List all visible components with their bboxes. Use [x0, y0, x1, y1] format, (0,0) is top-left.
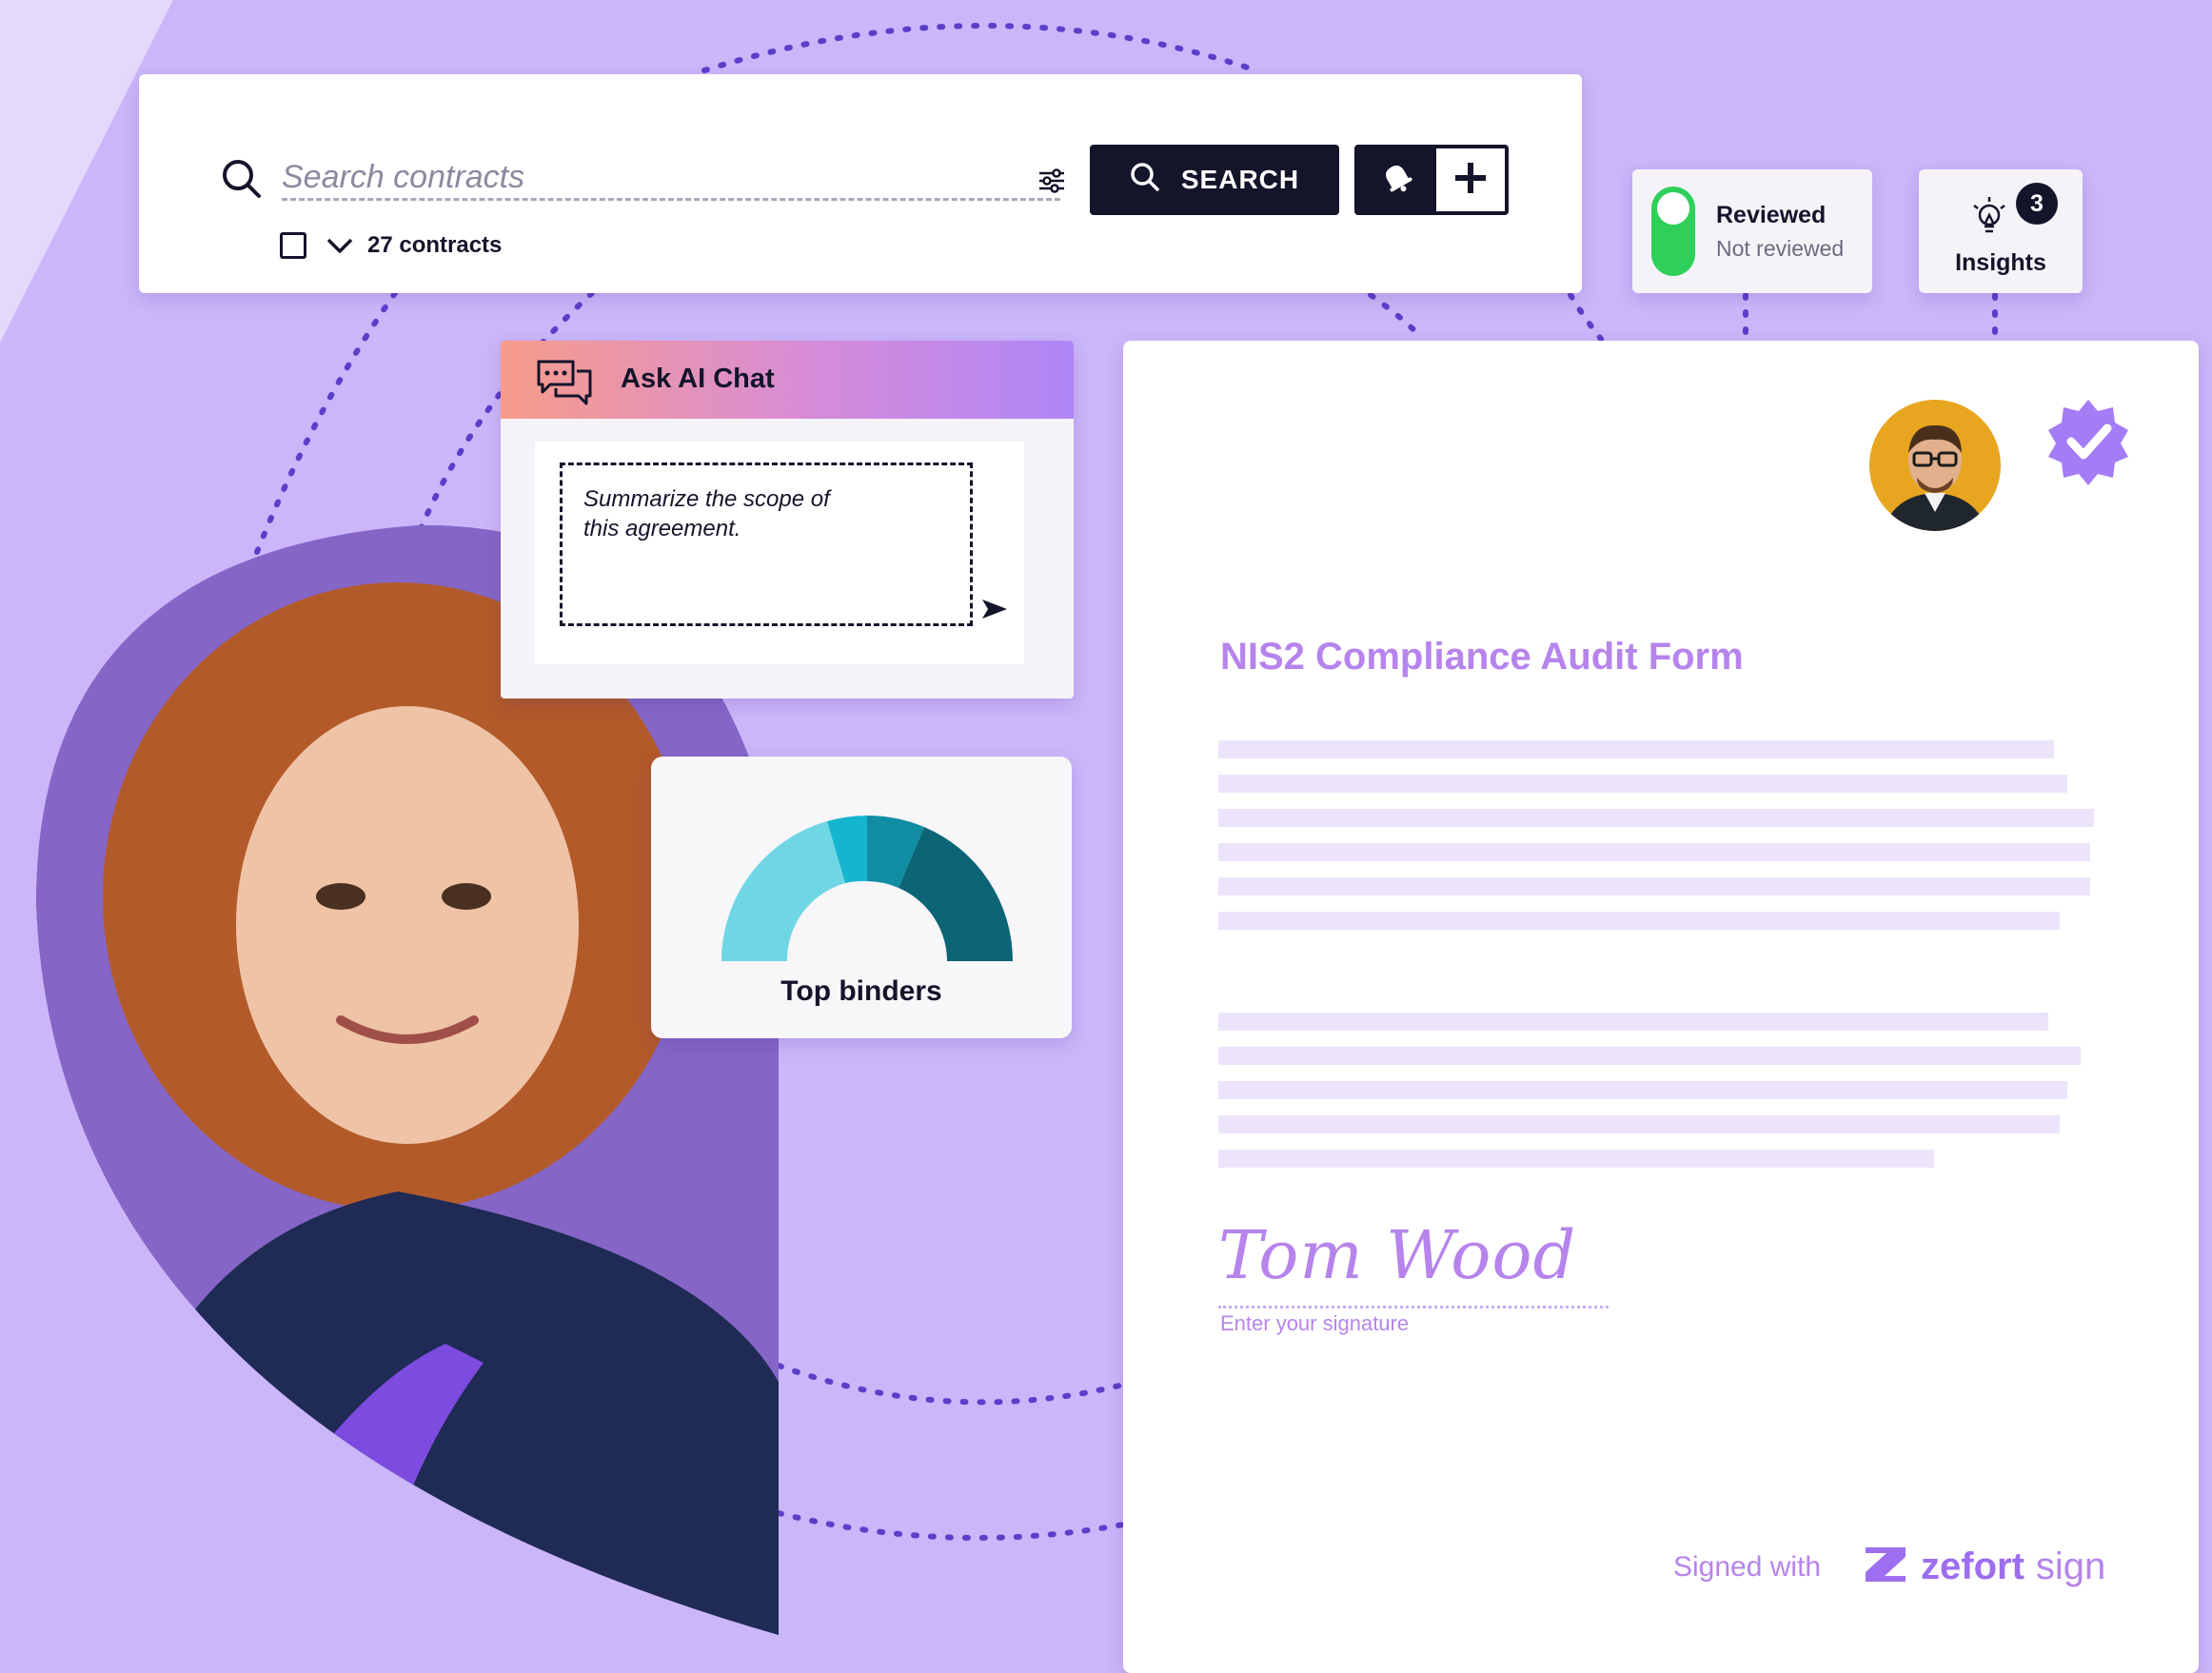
search-button-label: SEARCH	[1180, 165, 1300, 194]
search-bar-card: SEARCH 27 contracts	[139, 74, 1582, 293]
notifications-button[interactable]	[1358, 148, 1436, 211]
signature[interactable]: Tom Wood	[1218, 1216, 1576, 1294]
text-placeholder-line	[1218, 1047, 2081, 1065]
ai-chat-header: Ask AI Chat	[501, 341, 1074, 419]
signature-line	[1218, 1306, 1609, 1309]
search-button-icon	[1130, 162, 1160, 199]
signed-with-label: Signed with	[1673, 1551, 1822, 1583]
reviewed-toggle[interactable]	[1651, 187, 1695, 276]
checkbox-icon[interactable]	[280, 232, 306, 259]
text-placeholder-line	[1218, 1115, 2060, 1133]
review-filter-card: Reviewed Not reviewed	[1632, 169, 1872, 293]
text-placeholder-line	[1218, 1013, 2048, 1031]
document-title: NIS2 Compliance Audit Form	[1220, 636, 1744, 678]
ai-chat-body: Summarize the scope of this agreement.	[535, 442, 1024, 664]
brand-suffix: sign	[2035, 1545, 2106, 1587]
binders-gauge	[721, 815, 1014, 961]
chat-bubbles-icon	[535, 358, 594, 412]
not-reviewed-option[interactable]: Not reviewed	[1716, 236, 1844, 262]
verified-badge-icon	[2048, 400, 2128, 485]
search-button[interactable]: SEARCH	[1090, 145, 1339, 215]
top-binders-title: Top binders	[780, 975, 942, 1007]
ai-chat-input[interactable]: Summarize the scope of this agreement.	[560, 463, 973, 626]
search-icon	[221, 158, 263, 205]
ai-chat-title: Ask AI Chat	[621, 364, 775, 394]
add-button[interactable]	[1436, 148, 1505, 211]
send-icon[interactable]	[980, 598, 1009, 625]
plus-icon	[1452, 160, 1489, 201]
zefort-sign-logo: zefort sign	[1862, 1544, 2105, 1590]
gauge-segment-1	[721, 821, 845, 961]
insights-count-badge: 3	[2016, 183, 2058, 225]
top-binders-card[interactable]: Top binders	[651, 757, 1072, 1038]
text-placeholder-line	[1218, 1081, 2067, 1099]
search-input[interactable]	[282, 156, 1060, 201]
signature-hint: Enter your signature	[1220, 1311, 1410, 1335]
text-placeholder-line	[1218, 809, 2094, 827]
ai-chat-card: Ask AI Chat Summarize the scope of this …	[501, 341, 1074, 699]
text-placeholder-line	[1218, 912, 2060, 930]
lightbulb-icon	[1968, 194, 2010, 246]
text-placeholder-line	[1218, 775, 2067, 793]
brand-name: zefort	[1921, 1545, 2024, 1587]
toggle-knob	[1657, 192, 1689, 225]
text-placeholder-line	[1218, 877, 2090, 896]
bell-icon	[1379, 160, 1415, 201]
text-placeholder-line	[1218, 1150, 1934, 1168]
text-placeholder-line	[1218, 843, 2090, 861]
contract-count: 27 contracts	[367, 232, 503, 258]
zefort-logo-icon	[1862, 1544, 1909, 1590]
split-action-button	[1354, 145, 1509, 215]
document-card: NIS2 Compliance Audit Form Tom Wood Ente…	[1123, 341, 2199, 1673]
reviewed-option[interactable]: Reviewed	[1716, 202, 1826, 229]
ai-chat-prompt-text: Summarize the scope of this agreement.	[583, 486, 830, 541]
filter-sliders-icon[interactable]	[1037, 167, 1066, 199]
chevron-down-icon[interactable]	[326, 236, 354, 260]
insights-button[interactable]: 3 Insights	[1919, 169, 2083, 293]
avatar	[1869, 400, 2001, 531]
text-placeholder-line	[1218, 740, 2054, 758]
insights-label: Insights	[1955, 249, 2046, 276]
